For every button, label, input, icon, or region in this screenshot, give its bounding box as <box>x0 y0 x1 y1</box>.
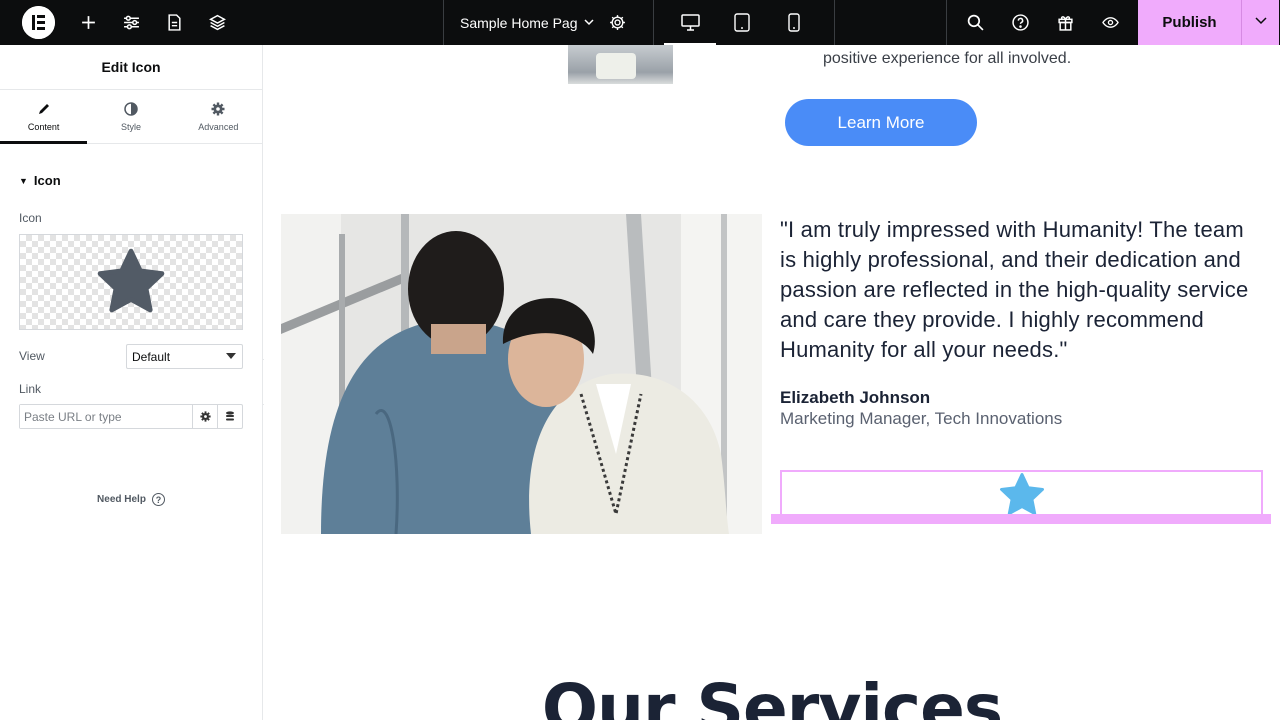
tablet-icon[interactable] <box>716 0 768 45</box>
chevron-down-icon <box>583 15 595 31</box>
view-select[interactable]: Default <box>126 344 243 369</box>
learn-more-button[interactable]: Learn More <box>785 99 977 146</box>
link-url-input[interactable] <box>20 405 192 428</box>
panel-title: Edit Icon <box>0 45 262 90</box>
tab-style-label: Style <box>120 122 141 132</box>
dynamic-tags-database-icon[interactable] <box>217 405 242 428</box>
layers-icon[interactable] <box>196 0 239 45</box>
view-select-value: Default <box>132 349 171 364</box>
document-title-dropdown[interactable]: Sample Home Page <box>444 0 654 45</box>
publish-options-button[interactable] <box>1241 0 1279 45</box>
eye-icon[interactable] <box>1088 0 1133 45</box>
responsive-mode-switcher <box>654 0 835 45</box>
page-canvas: positive experience for all involved. Le… <box>264 45 1280 720</box>
caret-down-icon: ▼ <box>19 175 28 186</box>
link-options-gear-icon[interactable] <box>192 405 217 428</box>
desktop-icon[interactable] <box>664 0 716 45</box>
testimonial-quote: "I am truly impressed with Humanity! The… <box>780 217 1249 362</box>
help-icon[interactable] <box>998 0 1043 45</box>
need-help-link[interactable]: Need Help ? <box>0 493 262 506</box>
editor-panel: Edit Icon Content Style Advanced ▼ Icon … <box>0 45 263 720</box>
selected-icon-widget[interactable] <box>780 470 1263 517</box>
section-text: positive experience for all involved. <box>823 50 1072 67</box>
half-circle-icon <box>124 101 138 117</box>
plus-icon[interactable] <box>67 0 110 45</box>
star-icon <box>999 473 1044 515</box>
publish-button[interactable]: Publish <box>1138 0 1241 45</box>
section-title: Icon <box>33 173 61 188</box>
tab-advanced[interactable]: Advanced <box>175 90 262 143</box>
tab-advanced-label: Advanced <box>198 122 239 132</box>
partial-image[interactable] <box>568 45 673 84</box>
need-help-label: Need Help <box>97 494 146 505</box>
document-title: Sample Home Page <box>460 14 577 31</box>
mobile-icon[interactable] <box>768 0 820 45</box>
star-icon <box>97 248 165 313</box>
gift-icon[interactable] <box>1043 0 1088 45</box>
question-mark-icon: ? <box>151 493 165 506</box>
testimonial-author: Elizabeth Johnson <box>780 388 931 407</box>
top-bar-left <box>0 0 444 45</box>
view-control-label: View <box>19 349 45 363</box>
chevron-down-icon <box>1254 13 1268 32</box>
tab-content[interactable]: Content <box>0 90 88 144</box>
tab-style[interactable]: Style <box>87 90 174 143</box>
top-bar: Sample Home Page Publish <box>0 0 1280 45</box>
page-icon[interactable] <box>153 0 196 45</box>
icon-picker-preview[interactable] <box>19 234 243 330</box>
testimonial-role: Marketing Manager, Tech Innovations <box>780 409 1063 428</box>
gear-icon <box>211 101 225 117</box>
caret-down-icon <box>226 353 236 359</box>
partial-image-detail <box>596 53 636 79</box>
top-bar-center: Sample Home Page <box>444 0 947 45</box>
testimonial-photo[interactable] <box>281 214 762 534</box>
elementor-logo-icon[interactable] <box>22 6 55 39</box>
link-control <box>19 404 243 429</box>
top-bar-right <box>947 0 1138 45</box>
panel-tabs: Content Style Advanced <box>0 90 262 144</box>
services-heading: Our Services <box>541 670 1003 720</box>
section-toggle-icon[interactable]: ▼ Icon <box>19 173 262 188</box>
search-icon[interactable] <box>953 0 998 45</box>
top-bar-spacer <box>835 0 947 45</box>
tab-content-label: Content <box>27 122 60 132</box>
pencil-icon <box>37 101 51 117</box>
sliders-icon[interactable] <box>110 0 153 45</box>
widget-selection-handle[interactable] <box>771 514 1271 524</box>
icon-control-label: Icon <box>19 211 42 225</box>
link-control-label: Link <box>19 382 42 396</box>
settings-icon[interactable] <box>609 14 626 31</box>
